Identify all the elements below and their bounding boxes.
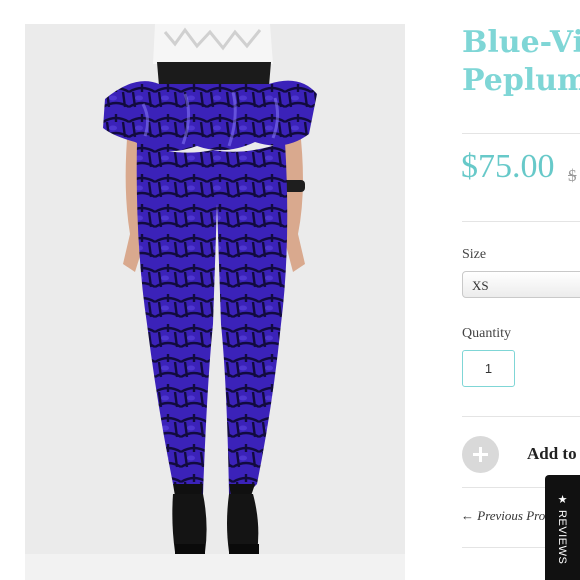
product-image[interactable]: [25, 24, 405, 580]
quantity-input[interactable]: 1: [462, 350, 515, 387]
product-page: Blue-Vio Peplum $75.00 $ Size XS Quantit…: [0, 0, 580, 580]
size-select[interactable]: XS: [462, 271, 580, 298]
compare-at-price: $: [568, 166, 577, 185]
divider: [462, 416, 580, 417]
quantity-label: Quantity: [462, 326, 511, 341]
previous-product-link[interactable]: ← Previous Pro: [461, 508, 545, 524]
leggings-photo: [25, 24, 405, 580]
product-title: Blue-Vio Peplum: [462, 24, 580, 100]
product-price: $75.00: [461, 148, 555, 185]
add-to-cart-plus-icon[interactable]: [462, 436, 499, 473]
product-title-line-2: Peplum: [462, 63, 580, 98]
size-label: Size: [462, 247, 487, 262]
reviews-tab[interactable]: ★ REVIEWS: [545, 475, 580, 580]
product-title-line-1: Blue-Vio: [462, 25, 580, 60]
reviews-tab-label: ★ REVIEWS: [556, 493, 568, 565]
add-to-cart-button[interactable]: Add to: [527, 444, 577, 464]
divider: [462, 133, 580, 134]
divider: [462, 221, 580, 222]
